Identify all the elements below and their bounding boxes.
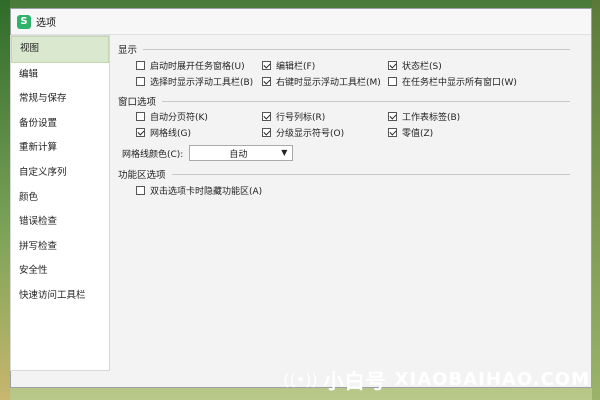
checkbox-hide-ribbon-doubleclick[interactable]: 双击选项卡时隐藏功能区(A) [136,184,262,197]
checkbox-outline-symbols[interactable]: 分级显示符号(O) [262,126,344,139]
checkbox-box [136,186,145,195]
checkbox-box [262,77,271,86]
options-content: 显示 启动时展开任务窗格(U) 编辑栏(F) 状态栏(S) 选择时显示浮动工具栏… [118,35,574,371]
desktop-background-left [0,0,10,400]
checkbox-taskbar-all-windows[interactable]: 在任务栏中显示所有窗口(W) [388,75,517,88]
checkbox-status-bar[interactable]: 状态栏(S) [388,59,442,72]
checkbox-box [388,61,397,70]
signal-icon: ((•)) [283,370,318,389]
checkbox-box [388,77,397,86]
checkbox-formula-bar[interactable]: 编辑栏(F) [262,59,315,72]
section-display-title: 显示 [118,45,138,56]
title-bar[interactable]: S 选项 [11,9,591,35]
checkbox-box [136,77,145,86]
watermark-cn: 小白号 [323,369,387,393]
checkbox-label: 在任务栏中显示所有窗口(W) [402,78,517,88]
gridline-color-value: 自动 [229,149,248,160]
gridline-color-row: 网格线颜色(C): 自动 ▼ [122,145,294,161]
sidebar-item-color[interactable]: 颜色 [11,186,109,211]
checkbox-box [262,128,271,137]
checkbox-label: 行号列标(R) [276,113,326,123]
watermark-en: XIAOBAIHAO.COM [394,369,590,390]
options-sidebar: 视图 编辑 常规与保存 备份设置 重新计算 自定义序列 颜色 错误检查 拼写检查… [10,35,110,371]
desktop-background-right [592,0,600,400]
sidebar-item-quick-access-toolbar[interactable]: 快速访问工具栏 [11,284,109,309]
checkbox-label: 启动时展开任务窗格(U) [150,62,245,72]
checkbox-label: 选择时显示浮动工具栏(B) [150,78,254,88]
sidebar-item-error-check[interactable]: 错误检查 [11,210,109,235]
checkbox-expand-task-pane[interactable]: 启动时展开任务窗格(U) [136,59,245,72]
section-window-options-title: 窗口选项 [118,97,157,108]
section-ribbon: 功能区选项 [118,167,570,181]
sidebar-item-spell-check[interactable]: 拼写检查 [11,235,109,260]
sidebar-item-security[interactable]: 安全性 [11,259,109,284]
sidebar-item-custom-lists[interactable]: 自定义序列 [11,161,109,186]
checkbox-label: 状态栏(S) [402,62,442,72]
checkbox-box [388,112,397,121]
checkbox-zero-values[interactable]: 零值(Z) [388,126,433,139]
section-window-options: 窗口选项 [118,94,570,108]
checkbox-box [136,112,145,121]
checkbox-box [136,61,145,70]
checkbox-floating-toolbar-rightclick[interactable]: 右键时显示浮动工具栏(M) [262,75,381,88]
chevron-down-icon: ▼ [281,148,288,157]
sidebar-item-edit[interactable]: 编辑 [11,63,109,88]
checkbox-gridlines[interactable]: 网格线(G) [136,126,191,139]
checkbox-sheet-tabs[interactable]: 工作表标签(B) [388,110,460,123]
checkbox-box [388,128,397,137]
watermark: ((•)) 小白号 XIAOBAIHAO.COM [283,365,590,394]
checkbox-row-col-headers[interactable]: 行号列标(R) [262,110,325,123]
checkbox-label: 零值(Z) [402,129,434,139]
checkbox-auto-page-break[interactable]: 自动分页符(K) [136,110,208,123]
divider [171,173,570,175]
sidebar-item-view[interactable]: 视图 [11,36,109,63]
checkbox-label: 右键时显示浮动工具栏(M) [276,78,381,88]
sidebar-item-backup[interactable]: 备份设置 [11,112,109,137]
gridline-color-select[interactable]: 自动 ▼ [189,145,294,161]
sidebar-item-general-save[interactable]: 常规与保存 [11,87,109,112]
checkbox-label: 编辑栏(F) [276,62,316,72]
checkbox-box [262,61,271,70]
checkbox-label: 自动分页符(K) [150,113,208,123]
checkbox-box [136,128,145,137]
app-logo-icon: S [17,14,31,29]
divider [143,48,570,50]
divider [162,100,570,102]
checkbox-label: 工作表标签(B) [402,113,461,123]
checkbox-label: 双击选项卡时隐藏功能区(A) [150,187,263,197]
checkbox-floating-toolbar-select[interactable]: 选择时显示浮动工具栏(B) [136,75,253,88]
section-ribbon-title: 功能区选项 [118,170,166,181]
sidebar-item-recalculate[interactable]: 重新计算 [11,136,109,161]
section-display: 显示 [118,42,570,56]
checkbox-label: 分级显示符号(O) [276,129,345,139]
checkbox-box [262,112,271,121]
gridline-color-label: 网格线颜色(C): [122,149,184,160]
checkbox-label: 网格线(G) [150,129,191,139]
window-title: 选项 [36,18,56,29]
